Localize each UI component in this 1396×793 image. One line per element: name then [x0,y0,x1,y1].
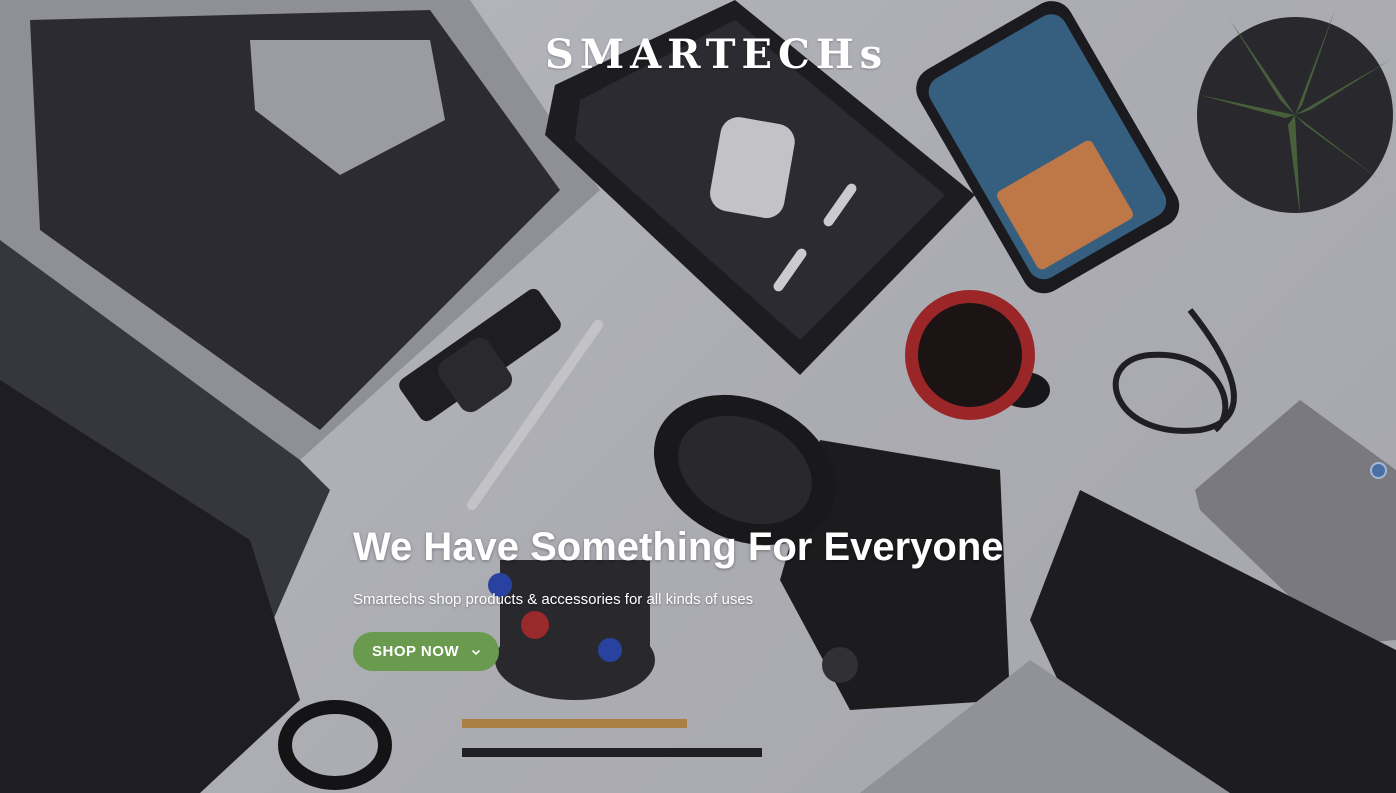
shop-now-button[interactable]: SHOP NOW [353,632,500,671]
hero-subtext: Smartechs shop products & accessories fo… [353,591,754,608]
scroll-indicator-dot[interactable] [1370,462,1387,479]
cable-image [1112,308,1237,434]
pencil-image [462,748,762,757]
site-logo[interactable]: SMARTECHs [545,30,882,80]
hero-banner: SMARTECHs We Have Something For Everyone… [0,0,1396,793]
coffee-cup-image [905,290,1050,420]
hero-headline: We Have Something For Everyone [353,525,1004,569]
chevron-down-icon [472,649,481,655]
smartphone-image [916,1,1180,294]
hero-background-image [0,0,1396,793]
glasses-image [278,700,392,790]
shop-now-label: SHOP NOW [372,643,460,660]
hero-content: We Have Something For Everyone Smartechs… [353,522,1053,671]
plant-image [1197,10,1393,215]
pencil-image [462,719,687,728]
